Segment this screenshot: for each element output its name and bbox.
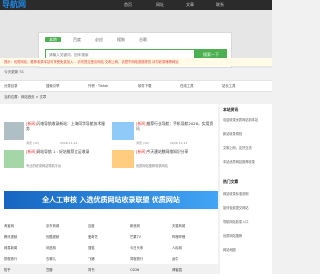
category-bar: 分类目录 搜索引擎 外贸 · Tiktok 软件下载 在线工具 站长工具 — [0, 80, 272, 92]
article-thumbnail[interactable] — [112, 150, 134, 168]
article-title[interactable]: [新闻]闪电导航收录新站：上海同华导航技术服务 — [26, 121, 108, 131]
article-title[interactable]: [新闻]网站导航 1 : 好站推荐立足收录 — [26, 149, 108, 155]
article-title[interactable]: [新闻]今天建站数网络知识分享 — [136, 149, 216, 155]
sidebar: 本站资讯 欢迎收录优质网站到本站 新站收录规则 文明上网，友好交流 本站优质网站… — [220, 104, 272, 274]
sidebar-heading: 本站资讯 — [223, 107, 239, 112]
sidebar-item[interactable]: 网站地图 — [223, 248, 271, 252]
sidebar-heading: 热门文章 — [223, 179, 239, 184]
search-tab-google[interactable]: 谷歌 — [139, 37, 147, 42]
sidebar-item[interactable]: 新站收录规则 — [223, 132, 271, 136]
sidebar-item[interactable]: 本站优质网站推荐收录 — [223, 160, 271, 164]
site-link[interactable]: 豆瓣 — [46, 268, 53, 272]
site-link[interactable]: 携程旅行 — [4, 257, 17, 261]
site-link[interactable]: 飞猪 — [88, 257, 95, 261]
site-link[interactable]: 人民网 — [172, 246, 182, 250]
sidebar-item[interactable]: 如何免费提交网站 — [223, 206, 271, 210]
category-item[interactable]: 外贸 · Tiktok — [88, 84, 108, 88]
top-navigation-bar: 导航网 首页 网址 文章 联系 — [0, 0, 272, 10]
site-link[interactable]: 天猫商城 — [172, 224, 185, 228]
site-link[interactable]: 今日头条 — [130, 246, 143, 250]
nav-contact[interactable]: 联系 — [216, 0, 224, 10]
article-title[interactable]: [新闻]推荐行业导航：手机导航2026，实用资讯 — [136, 121, 216, 131]
site-link[interactable]: 网易新闻 — [4, 246, 17, 250]
site-link[interactable]: 同程旅行 — [130, 257, 143, 261]
breadcrumb: 当前位置：网站首页 > 文章 — [4, 95, 47, 99]
site-link[interactable]: 哔哩哔哩 — [172, 235, 185, 239]
notice-banner: 提示：优质网站，推荐收录本站可享受免费加入... 请勿提交违法网站 文明上网，请… — [0, 58, 272, 66]
search-tab-bing[interactable]: 必应 — [95, 37, 103, 42]
article-summary: 专业的收录网站导航平台 — [26, 164, 62, 168]
nav-home[interactable]: 首页 — [124, 0, 132, 10]
site-link[interactable]: 简书 — [88, 268, 95, 272]
article-meta: 浏览 (12) — [136, 141, 150, 145]
site-link[interactable]: 搜狐 — [88, 246, 95, 250]
site-link[interactable]: 芒果TV — [130, 235, 141, 239]
site-link-grid: 淘宝网 京东商城 百度 新浪网 天猫商城 腾讯视频 优酷视频 爱奇艺 芒果TV … — [0, 214, 218, 272]
nav-sites[interactable]: 网址 — [156, 0, 164, 10]
site-link[interactable]: 去哪儿 — [46, 257, 56, 261]
site-link[interactable]: 知乎 — [4, 268, 11, 272]
sidebar-item[interactable]: 导航网站收录入口 — [223, 220, 271, 224]
site-link[interactable]: 凤凰网 — [46, 246, 56, 250]
category-item[interactable]: 软件下载 — [138, 84, 152, 88]
promo-banner[interactable]: 全人工审核 入选优质网站收录联盟 优质网站 — [4, 191, 218, 209]
article-thumbnail[interactable] — [4, 150, 24, 168]
article-meta: 浏览 (12) — [26, 141, 40, 145]
category-item[interactable]: 搜索引擎 — [46, 84, 60, 88]
category-item[interactable]: 在线工具 — [180, 84, 194, 88]
search-tab-sogou[interactable]: 搜狗 — [117, 37, 125, 42]
site-link[interactable]: 百度 — [88, 224, 95, 228]
search-tab-baidu[interactable]: 百度 — [73, 37, 81, 42]
site-link[interactable]: 优酷视频 — [46, 235, 59, 239]
site-link[interactable]: CSDN — [130, 268, 139, 272]
site-link[interactable]: 途牛 — [172, 257, 179, 261]
site-link[interactable]: 京东商城 — [46, 224, 59, 228]
article-date: 2026-11-12 — [170, 141, 188, 145]
article-thumbnail[interactable] — [4, 122, 24, 140]
article-date: 2026-11-12 — [60, 141, 78, 145]
site-link[interactable]: 淘宝网 — [4, 224, 14, 228]
site-link[interactable]: 爱奇艺 — [88, 235, 98, 239]
site-logo[interactable]: 导航网 — [2, 0, 44, 10]
site-link[interactable]: 腾讯视频 — [4, 235, 17, 239]
search-tab-local[interactable]: 本地 — [45, 37, 61, 42]
sidebar-item[interactable]: 网站收录标准说明 — [223, 192, 271, 196]
site-link[interactable]: 博客园 — [172, 268, 182, 272]
article-thumbnail[interactable] — [112, 122, 134, 140]
site-link[interactable]: 新浪网 — [130, 224, 140, 228]
update-count: 今天更新 51 — [4, 70, 25, 74]
nav-articles[interactable]: 文章 — [186, 0, 194, 10]
sidebar-item[interactable]: 文明上网，友好交流 — [223, 146, 271, 150]
category-item[interactable]: 站长工具 — [222, 84, 236, 88]
sidebar-item[interactable]: 欢迎收录优质网站到本站 — [223, 118, 271, 122]
category-item[interactable]: 分类目录 — [4, 84, 18, 88]
article-summary: 优质网站推荐收录网站 — [136, 164, 168, 168]
sidebar-item[interactable]: 优质网站推荐 — [223, 234, 271, 238]
